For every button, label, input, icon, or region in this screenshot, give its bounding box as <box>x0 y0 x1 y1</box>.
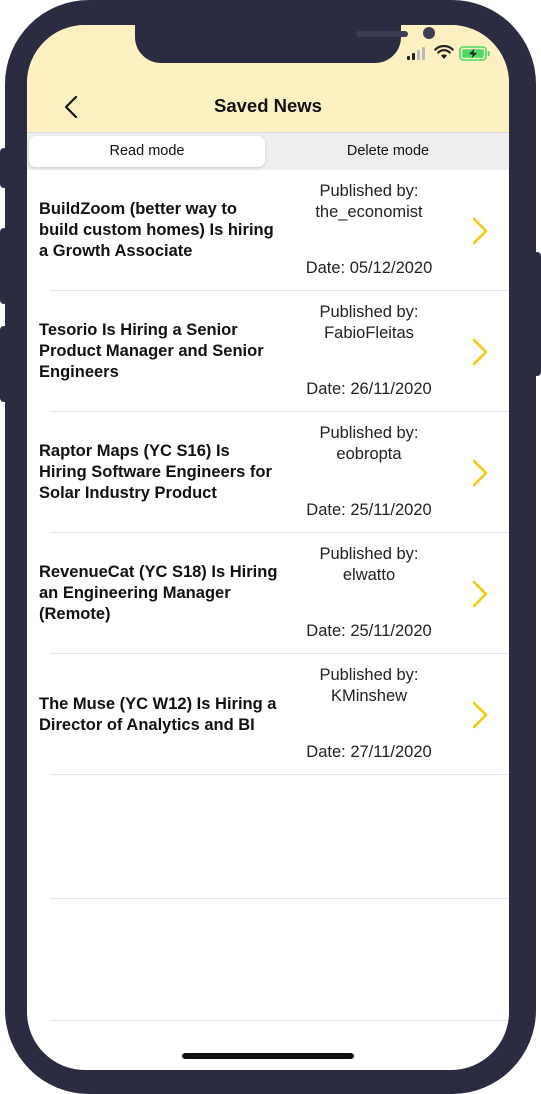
news-row[interactable]: The Muse (YC W12) Is Hiring a Director o… <box>27 654 509 775</box>
power-button <box>533 252 541 376</box>
published-by-label: Published by: <box>319 666 419 684</box>
news-title: BuildZoom (better way to build custom ho… <box>39 200 274 260</box>
front-camera <box>423 27 435 39</box>
author-name: the_economist <box>315 203 423 221</box>
empty-row-divider <box>50 898 509 899</box>
volume-up-button <box>0 228 8 304</box>
published-date: Date: 25/11/2020 <box>306 501 432 519</box>
chevron-right-icon[interactable] <box>470 700 490 730</box>
speaker <box>356 31 408 37</box>
home-indicator[interactable] <box>182 1053 354 1059</box>
chevron-right-icon[interactable] <box>470 579 490 609</box>
news-title: The Muse (YC W12) Is Hiring a Director o… <box>39 694 277 734</box>
saved-news-list: BuildZoom (better way to build custom ho… <box>27 170 509 775</box>
published-by-label: Published by: <box>319 545 419 563</box>
published-date: Date: 05/12/2020 <box>305 259 433 277</box>
news-row[interactable]: Raptor Maps (YC S16) Is Hiring Software … <box>27 412 509 533</box>
author-name: elwatto <box>342 566 396 584</box>
page-title: Saved News <box>214 95 322 116</box>
published-date: Date: 26/11/2020 <box>306 380 432 398</box>
wifi-icon <box>434 45 454 59</box>
published-by-label: Published by: <box>319 424 419 442</box>
mute-switch <box>0 148 8 188</box>
notch <box>135 25 435 63</box>
tab-delete-mode[interactable]: Delete mode <box>269 136 507 167</box>
screen: Saved News Read mode Delete mode BuildZo… <box>27 25 509 1070</box>
chevron-right-icon[interactable] <box>470 458 490 488</box>
volume-down-button <box>0 326 8 402</box>
news-title: Tesorio Is Hiring a Senior Product Manag… <box>39 321 264 381</box>
mode-segmented-control: Read mode Delete mode <box>27 132 509 170</box>
author-name: FabioFleitas <box>324 324 414 342</box>
news-row[interactable]: BuildZoom (better way to build custom ho… <box>27 170 509 291</box>
news-title: Raptor Maps (YC S16) Is Hiring Software … <box>39 442 272 502</box>
chevron-right-icon[interactable] <box>470 216 490 246</box>
news-row[interactable]: Tesorio Is Hiring a Senior Product Manag… <box>27 291 509 412</box>
news-row[interactable]: RevenueCat (YC S18) Is Hiring an Enginee… <box>27 533 509 654</box>
chevron-right-icon[interactable] <box>470 337 490 367</box>
author-name: KMinshew <box>330 687 408 705</box>
battery-charging-icon <box>459 46 490 61</box>
published-date: Date: 25/11/2020 <box>306 622 432 640</box>
published-date: Date: 27/11/2020 <box>306 743 432 761</box>
tab-read-mode[interactable]: Read mode <box>29 136 265 167</box>
empty-row-divider <box>50 1020 509 1021</box>
status-bar-icons <box>407 45 497 63</box>
published-by-label: Published by: <box>319 303 419 321</box>
published-by-label: Published by: <box>319 182 419 200</box>
nav-header: Saved News <box>27 25 509 132</box>
author-name: eobropta <box>336 445 402 463</box>
news-title: RevenueCat (YC S18) Is Hiring an Enginee… <box>39 563 278 623</box>
row-divider <box>50 774 509 775</box>
